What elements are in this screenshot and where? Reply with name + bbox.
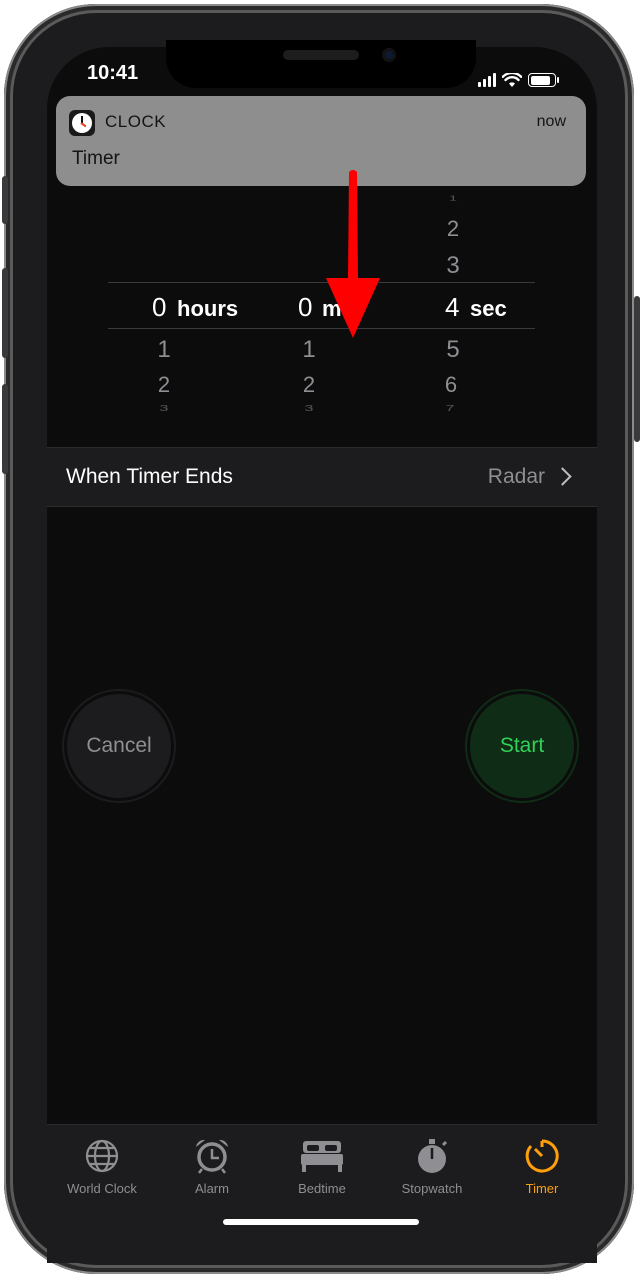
status-icons: [478, 66, 559, 94]
down-arrow-icon: [326, 170, 380, 338]
cancel-button[interactable]: Cancel: [67, 694, 171, 798]
timer-sound-value: Radar: [487, 465, 545, 488]
start-button[interactable]: Start: [470, 694, 574, 798]
volume-up-button: [2, 268, 8, 358]
tab-label: Bedtime: [298, 1181, 346, 1196]
stopwatch-icon: [418, 1139, 448, 1173]
tab-label: Alarm: [195, 1181, 229, 1196]
seconds-above-1: 1: [449, 194, 457, 202]
minutes-below-2: 2: [302, 372, 316, 397]
tab-world-clock[interactable]: World Clock: [47, 1135, 157, 1196]
minutes-below-1: 1: [302, 336, 316, 363]
tab-timer[interactable]: Timer: [487, 1135, 597, 1196]
minutes-value[interactable]: 0: [298, 292, 312, 323]
power-button: [634, 296, 640, 442]
seconds-below-1: 5: [446, 336, 460, 363]
seconds-below-3: 7: [445, 404, 455, 414]
hours-value[interactable]: 0: [152, 292, 166, 323]
tab-label: World Clock: [67, 1181, 137, 1196]
chevron-right-icon: [553, 467, 572, 486]
notification-app-name: CLOCK: [105, 112, 167, 131]
hours-unit: hours: [177, 296, 239, 321]
front-camera: [382, 48, 396, 62]
seconds-below-2: 6: [444, 372, 458, 397]
when-timer-ends-label: When Timer Ends: [66, 465, 233, 488]
tab-label: Timer: [525, 1181, 559, 1196]
seconds-unit: sec: [470, 296, 507, 321]
minutes-below-3: 3: [304, 404, 314, 414]
cellular-signal-icon: [478, 73, 496, 87]
mute-switch: [2, 176, 8, 224]
notch: [166, 40, 476, 88]
hours-below-2: 2: [157, 372, 171, 397]
timer-icon: [525, 1139, 559, 1173]
seconds-above-3: 3: [446, 252, 460, 279]
hours-below-1: 1: [157, 336, 171, 363]
battery-icon: [528, 73, 559, 87]
notification-banner[interactable]: CLOCK now Timer: [56, 96, 586, 186]
globe-icon: [85, 1139, 119, 1173]
notification-time: now: [536, 113, 566, 130]
volume-down-button: [2, 384, 8, 474]
seconds-value[interactable]: 4: [445, 292, 459, 323]
notification-title: Timer: [72, 148, 120, 169]
alarm-clock-icon: [196, 1139, 228, 1174]
hours-below-3: 3: [159, 404, 169, 414]
when-timer-ends-row[interactable]: When Timer Ends Radar: [47, 447, 597, 507]
tab-stopwatch[interactable]: Stopwatch: [377, 1135, 487, 1196]
tab-label: Stopwatch: [401, 1181, 463, 1196]
seconds-above-2: 2: [446, 216, 460, 241]
clock-app-icon: [69, 110, 95, 136]
status-time: 10:41: [87, 62, 139, 84]
wifi-icon: [502, 72, 522, 87]
home-indicator[interactable]: [223, 1219, 419, 1225]
speaker: [283, 50, 359, 60]
tab-bar: World Clock Alarm Bedtime Stopwatch Time…: [47, 1124, 597, 1263]
bed-icon: [301, 1141, 343, 1172]
tab-bedtime[interactable]: Bedtime: [267, 1135, 377, 1196]
tab-alarm[interactable]: Alarm: [157, 1135, 267, 1196]
